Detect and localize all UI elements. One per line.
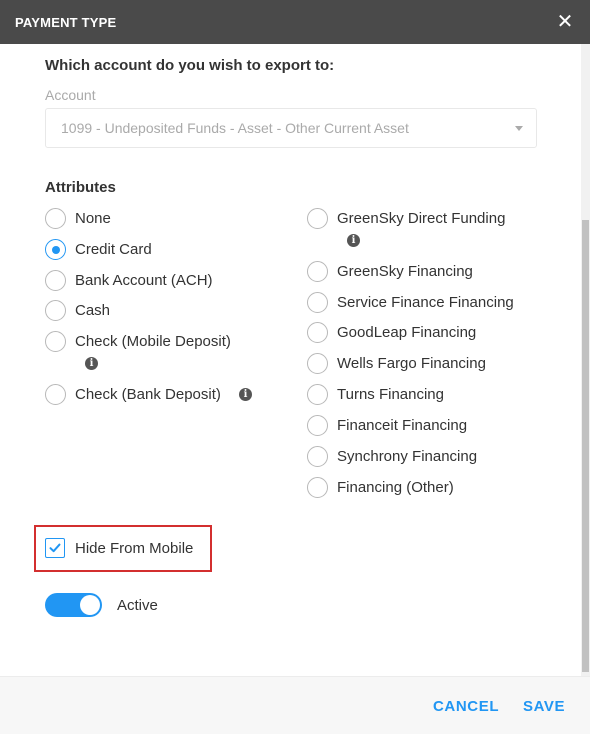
dialog-body: Which account do you wish to export to: … (34, 44, 545, 676)
active-toggle-row: Active (45, 593, 158, 617)
info-icon[interactable]: i (347, 234, 360, 247)
radio-button[interactable] (307, 208, 328, 229)
radio-greensky-direct-funding[interactable]: GreenSky Direct Funding (307, 208, 506, 229)
account-select[interactable]: 1099 - Undeposited Funds - Asset - Other… (45, 108, 537, 148)
active-toggle[interactable] (45, 593, 102, 617)
info-icon[interactable]: i (85, 357, 98, 370)
radio-button-selected[interactable] (45, 239, 66, 260)
hide-from-mobile-checkbox[interactable]: Hide From Mobile (45, 538, 193, 558)
radio-button[interactable] (45, 331, 66, 352)
radio-button[interactable] (307, 353, 328, 374)
radio-goodleap-financing[interactable]: GoodLeap Financing (307, 322, 477, 343)
dialog-title: PAYMENT TYPE (15, 14, 117, 30)
radio-synchrony-financing[interactable]: Synchrony Financing (307, 446, 478, 467)
radio-cash[interactable]: Cash (45, 300, 111, 321)
radio-button[interactable] (307, 384, 328, 405)
checkmark-icon (49, 543, 61, 553)
hide-from-mobile-label: Hide From Mobile (75, 539, 194, 557)
radio-service-finance-financing[interactable]: Service Finance Financing (307, 292, 514, 313)
radio-financeit-financing[interactable]: Financeit Financing (307, 415, 468, 436)
radio-label: Credit Card (75, 241, 152, 258)
radio-button[interactable] (307, 292, 328, 313)
radio-label: Wells Fargo Financing (337, 355, 486, 372)
radio-label: Synchrony Financing (337, 448, 478, 465)
radio-button[interactable] (45, 208, 66, 229)
payment-type-dialog: PAYMENT TYPE ✕ Which account do you wish… (0, 0, 590, 734)
info-icon[interactable]: i (239, 388, 252, 401)
attributes-heading: Attributes (45, 179, 116, 196)
save-button[interactable]: SAVE (523, 698, 565, 715)
scrollbar-thumb[interactable] (582, 220, 589, 672)
radio-label: Financeit Financing (337, 417, 468, 434)
radio-button[interactable] (307, 415, 328, 436)
radio-button[interactable] (45, 270, 66, 291)
radio-label: None (75, 210, 111, 227)
radio-bank-account-ach[interactable]: Bank Account (ACH) (45, 270, 213, 291)
radio-label: Turns Financing (337, 386, 444, 403)
radio-check-mobile-deposit[interactable]: Check (Mobile Deposit) (45, 331, 231, 352)
radio-button[interactable] (307, 322, 328, 343)
radio-none[interactable]: None (45, 208, 111, 229)
radio-button[interactable] (307, 477, 328, 498)
radio-label: Financing (Other) (337, 479, 454, 496)
radio-label: GreenSky Financing (337, 263, 473, 280)
radio-wells-fargo-financing[interactable]: Wells Fargo Financing (307, 353, 486, 374)
radio-button[interactable] (307, 261, 328, 282)
close-icon[interactable]: ✕ (555, 12, 575, 32)
checkbox-checked[interactable] (45, 538, 65, 558)
radio-label: GoodLeap Financing (337, 324, 477, 341)
cancel-button[interactable]: CANCEL (433, 698, 499, 715)
radio-credit-card[interactable]: Credit Card (45, 239, 152, 260)
radio-label: Bank Account (ACH) (75, 272, 213, 289)
radio-label: Service Finance Financing (337, 294, 514, 311)
radio-label: Cash (75, 302, 111, 319)
toggle-knob (80, 595, 100, 615)
radio-greensky-financing[interactable]: GreenSky Financing (307, 261, 473, 282)
radio-label: GreenSky Direct Funding (337, 210, 506, 227)
radio-label: Check (Bank Deposit) (75, 386, 221, 403)
radio-button[interactable] (307, 446, 328, 467)
radio-turns-financing[interactable]: Turns Financing (307, 384, 444, 405)
account-label: Account (45, 87, 96, 103)
account-select-value: 1099 - Undeposited Funds - Asset - Other… (61, 120, 409, 136)
dialog-footer: CANCEL SAVE (0, 676, 590, 734)
scrollbar[interactable] (581, 44, 590, 676)
export-question: Which account do you wish to export to: (45, 57, 335, 74)
radio-check-bank-deposit[interactable]: Check (Bank Deposit) (45, 384, 221, 405)
radio-financing-other[interactable]: Financing (Other) (307, 477, 454, 498)
radio-button[interactable] (45, 300, 66, 321)
active-label: Active (117, 596, 158, 614)
radio-label: Check (Mobile Deposit) (75, 333, 231, 350)
dialog-header: PAYMENT TYPE ✕ (0, 0, 590, 44)
caret-down-icon (515, 126, 523, 131)
radio-button[interactable] (45, 384, 66, 405)
